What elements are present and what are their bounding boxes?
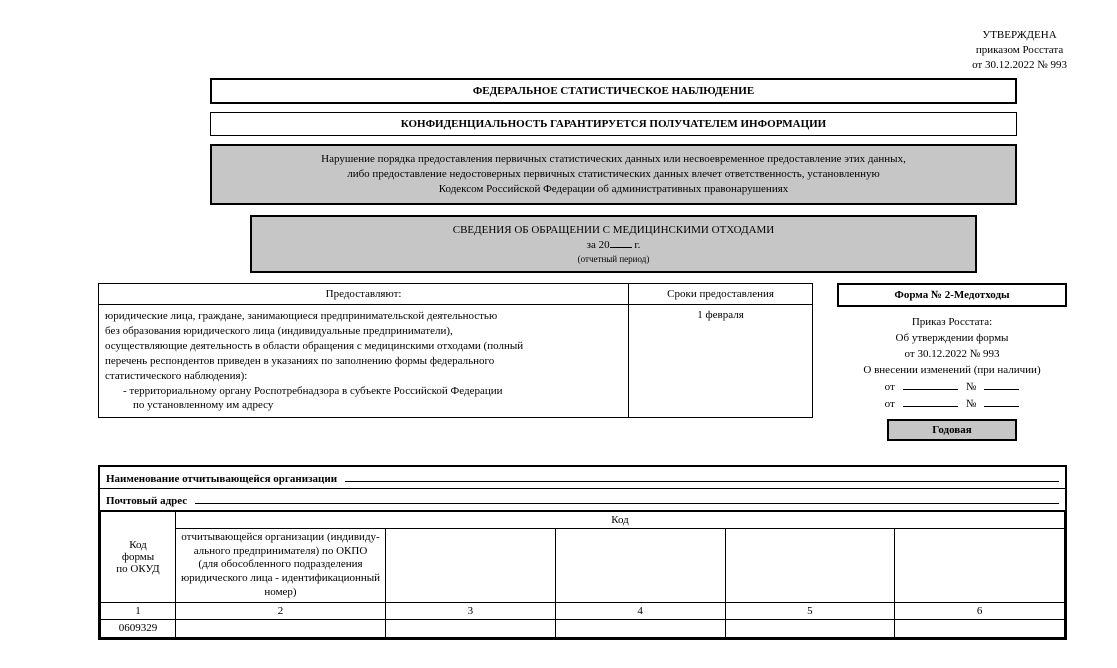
org-name-row: Наименование отчитывающейся организации [100,467,1065,489]
warning-line1: Нарушение порядка предоставления первичн… [226,152,1001,167]
form-info-column: Форма № 2-Медотходы Приказ Росстата: Об … [837,283,1067,441]
value-row: 0609329 [101,619,1065,637]
code-table: Код формы по ОКУД Код отчитывающейся орг… [100,511,1065,638]
year-blank[interactable] [610,237,632,248]
provide-header: Предоставляют: [99,284,629,305]
code-col6 [895,528,1065,602]
org-addr-label: Почтовый адрес [106,495,187,507]
org-name-label: Наименование отчитывающейся организации [106,473,337,485]
warning-line3: Кодексом Российской Федерации об админис… [226,182,1001,197]
org-name-field[interactable] [345,470,1059,482]
title-box: СВЕДЕНИЯ ОБ ОБРАЩЕНИИ С МЕДИЦИНСКИМИ ОТХ… [250,215,977,274]
warning-line2: либо предоставление недостоверных первич… [226,167,1001,182]
annual-box: Годовая [887,419,1017,441]
code-span-header: Код [176,511,1065,528]
provide-body: юридические лица, граждане, занимающиеся… [99,305,629,418]
approval-block: УТВЕРЖДЕНА приказом Росстата от 30.12.20… [972,28,1067,73]
amend-num-2[interactable] [984,396,1019,407]
approval-line1: УТВЕРЖДЕНА [972,28,1067,43]
deadline-value: 1 февраля [629,305,813,418]
warning-box: Нарушение порядка предоставления первичн… [210,144,1017,205]
provide-table: Предоставляют: Сроки предоставления юрид… [98,283,813,418]
amend-num-1[interactable] [984,379,1019,390]
code-field-6[interactable] [895,619,1065,637]
org-addr-row: Почтовый адрес [100,489,1065,511]
code-col5 [725,528,895,602]
code-col3 [386,528,556,602]
title-year: за 20 г. [266,237,961,253]
code-field-4[interactable] [555,619,725,637]
column-number-row: 1 2 3 4 5 6 [101,602,1065,619]
header-confidential: КОНФИДЕНЦИАЛЬНОСТЬ ГАРАНТИРУЕТСЯ ПОЛУЧАТ… [210,112,1017,136]
amend-row-1: от № [837,379,1067,396]
okud-value: 0609329 [101,619,176,637]
okud-header: Код формы по ОКУД [101,511,176,602]
deadline-header: Сроки предоставления [629,284,813,305]
amend-date-2[interactable] [903,396,958,407]
approval-line3: от 30.12.2022 № 993 [972,58,1067,73]
order-line4: О внесении изменений (при наличии) [837,363,1067,379]
order-line2: Об утверждении формы [837,331,1067,347]
org-addr-field[interactable] [195,492,1059,504]
code-field-3[interactable] [386,619,556,637]
approval-line2: приказом Росстата [972,43,1067,58]
okpo-desc: отчитывающейся организации (индивиду- ал… [176,528,386,602]
order-line3: от 30.12.2022 № 993 [837,347,1067,363]
code-col4 [555,528,725,602]
amend-date-1[interactable] [903,379,958,390]
code-field-5[interactable] [725,619,895,637]
title-main: СВЕДЕНИЯ ОБ ОБРАЩЕНИИ С МЕДИЦИНСКИМИ ОТХ… [266,223,961,238]
header-federal: ФЕДЕРАЛЬНОЕ СТАТИСТИЧЕСКОЕ НАБЛЮДЕНИЕ [210,78,1017,104]
org-block: Наименование отчитывающейся организации … [98,465,1067,640]
okpo-field[interactable] [176,619,386,637]
order-line1: Приказ Росстата: [837,315,1067,331]
form-name-box: Форма № 2-Медотходы [837,283,1067,307]
title-sub: (отчетный период) [266,253,961,265]
amend-row-2: от № [837,396,1067,413]
